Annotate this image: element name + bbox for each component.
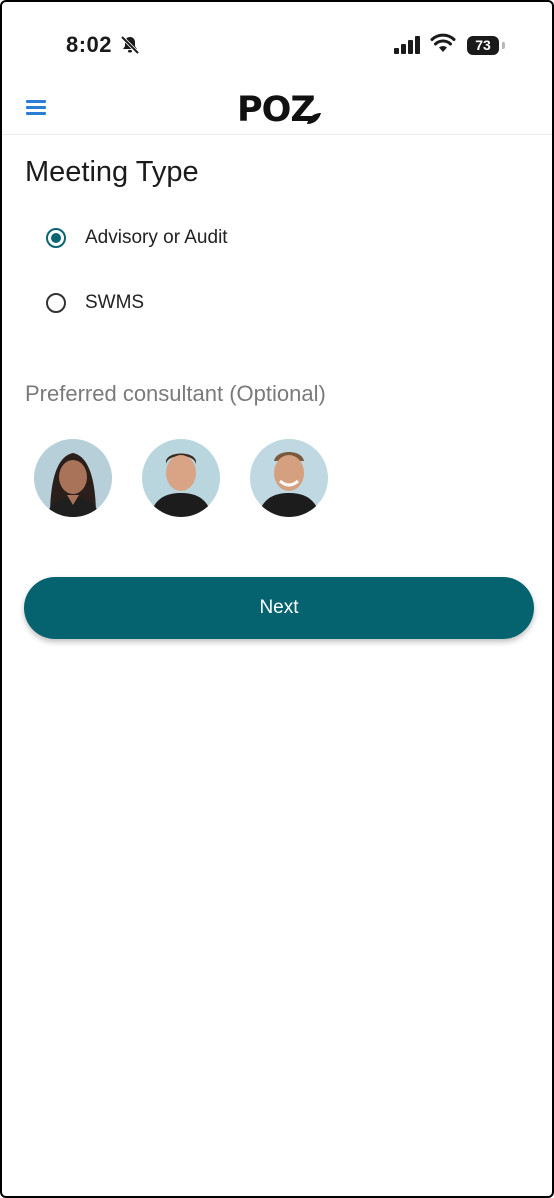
- app-logo: POZ: [237, 90, 316, 130]
- logo-leaf-icon: [306, 112, 322, 131]
- consultant-avatar-1[interactable]: [34, 439, 112, 517]
- bell-slash-icon: [120, 35, 140, 60]
- consultant-heading: Preferred consultant (Optional): [25, 381, 326, 406]
- page-title: Meeting Type: [25, 156, 199, 188]
- cellular-signal-icon: [394, 36, 422, 59]
- radio-advisory-or-audit[interactable]: Advisory or Audit: [46, 224, 228, 252]
- radio-label: Advisory or Audit: [85, 227, 228, 248]
- app-screen: 8:02 73 POZ Meeting Type Advisory or Aud…: [0, 0, 554, 1198]
- hamburger-menu-icon[interactable]: [26, 100, 48, 116]
- wifi-icon: [430, 33, 456, 58]
- radio-swms[interactable]: SWMS: [46, 289, 144, 317]
- status-time: 8:02: [66, 32, 113, 57]
- consultant-avatar-2[interactable]: [142, 439, 220, 517]
- consultant-avatar-3[interactable]: [250, 439, 328, 517]
- next-button[interactable]: Next: [24, 577, 534, 639]
- status-bar: 8:02 73: [2, 2, 552, 90]
- radio-selected-icon[interactable]: [46, 228, 66, 248]
- radio-label: SWMS: [85, 292, 145, 313]
- app-header: POZ: [2, 90, 552, 135]
- radio-unselected-icon[interactable]: [46, 293, 66, 313]
- battery-level: 73: [475, 37, 491, 53]
